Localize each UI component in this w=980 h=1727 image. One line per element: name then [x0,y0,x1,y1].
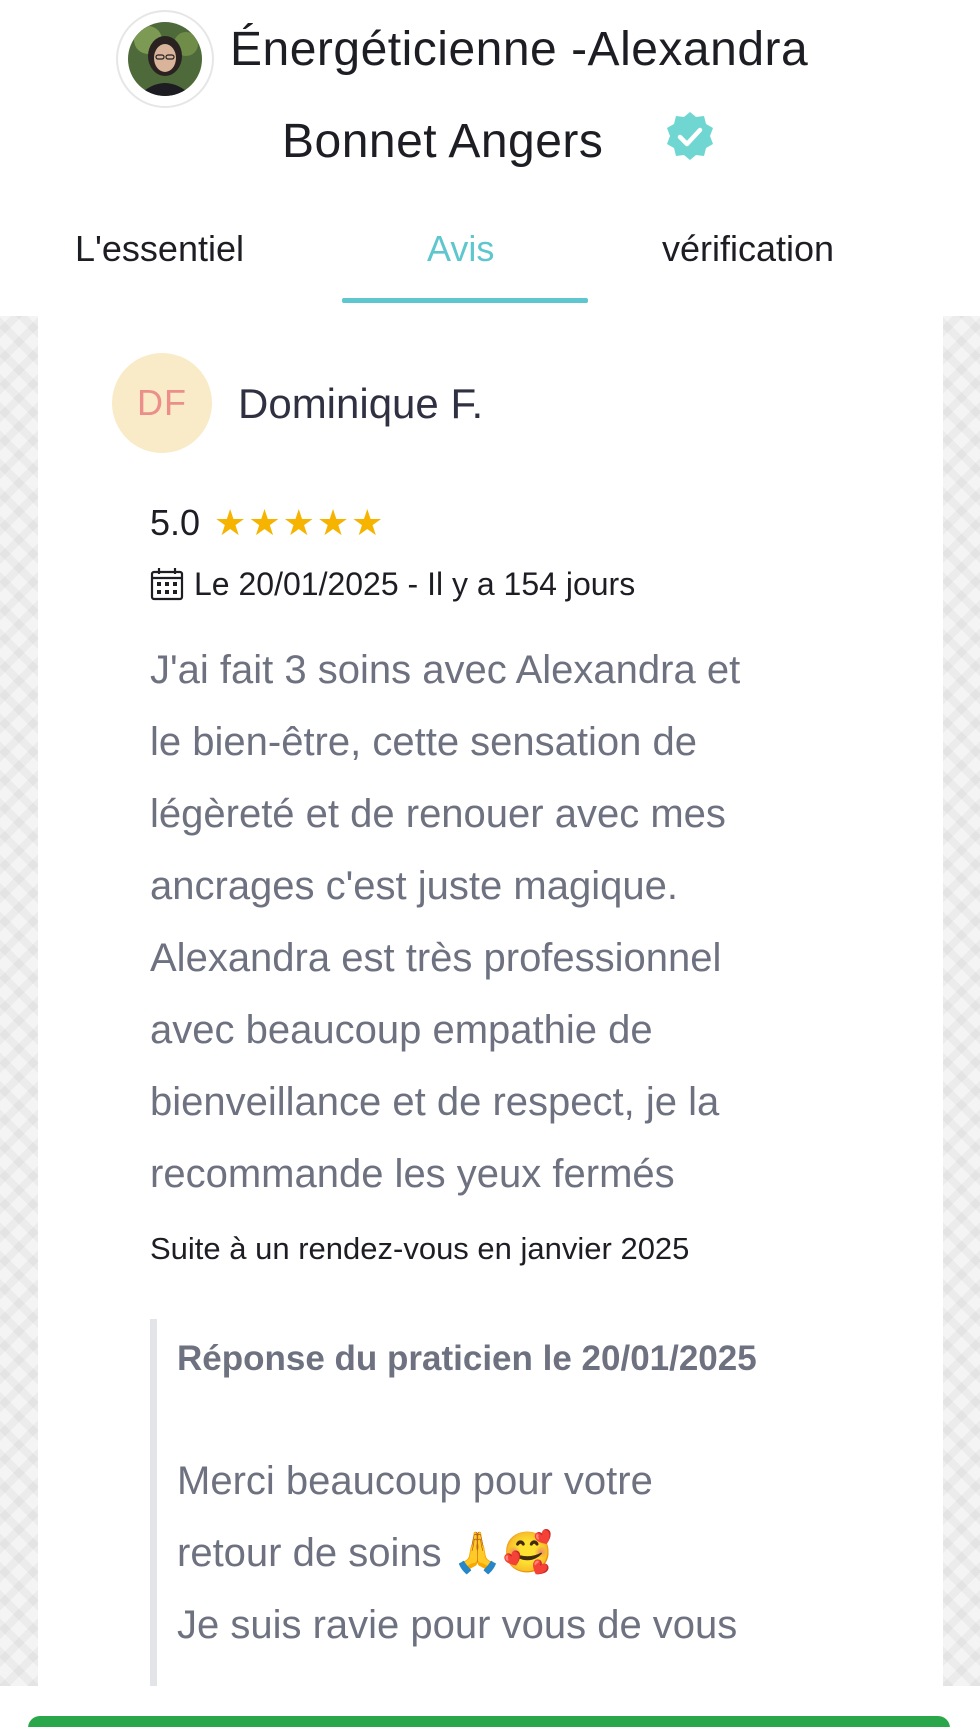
review-date: Le 20/01/2025 - Il y a 154 jours [194,565,636,602]
star-icon: ★ [351,502,384,543]
appointment-context: Suite à un rendez-vous en janvier 2025 [150,1231,690,1266]
review-text-line: recommande les yeux fermés [150,1152,675,1196]
page-title-line2: Bonnet Angers [282,115,604,168]
page-title-line1: Énergéticienne -Alexandra [230,23,809,76]
review-text: J'ai fait 3 soins avec Alexandra et le b… [150,634,850,1210]
rating-row: 5.0 ★ ★ ★ ★ ★ [150,498,383,548]
profile-tabs: L'essentiel Avis vérification [0,218,980,304]
profile-header: Énergéticienne -Alexandra Bonnet Angers … [0,0,980,316]
practitioner-avatar[interactable] [116,10,214,108]
practitioner-response: Réponse du praticien le 20/01/2025 Merci… [150,1319,850,1686]
response-text-line: retour de soins 🙏🥰 [177,1531,553,1575]
title-row: Énergéticienne -Alexandra [0,4,980,108]
star-icon: ★ [316,502,350,543]
tab-verification[interactable]: vérification [662,228,834,270]
response-text-line: Merci beaucoup pour votre [177,1459,653,1503]
review-text-line: le bien-être, cette sensation de [150,720,698,764]
review-text-line: ancrages c'est juste magique. [150,864,678,908]
star-icon: ★ [248,502,281,543]
review-date-row: Le 20/01/2025 - Il y a 154 jours [150,562,635,606]
star-icon: ★ [214,502,247,543]
review-text-line: Alexandra est très professionnel [150,936,722,980]
response-title: Réponse du praticien le 20/01/2025 [177,1339,757,1378]
calendar-icon [150,568,184,601]
response-text: Merci beaucoup pour votre retour de soin… [177,1445,737,1661]
review-text-line: bienveillance et de respect, je la [150,1080,720,1124]
bottom-action-bar[interactable] [28,1716,950,1727]
response-text-line: Je suis ravie pour vous de vous [177,1603,738,1647]
background-pattern-left [0,316,38,1686]
tab-essentiel[interactable]: L'essentiel [75,228,244,270]
reviewer-initials-avatar: DF [112,353,212,453]
active-tab-indicator [342,298,588,303]
rating-value: 5.0 [150,502,201,543]
background-pattern-right [943,316,980,1686]
review-text-line: avec beaucoup empathie de [150,1008,653,1052]
review-text-line: légèreté et de renouer avec mes [150,792,726,836]
verified-badge-icon [667,112,713,160]
tab-avis[interactable]: Avis [427,228,494,270]
title-row-2: Bonnet Angers [0,110,980,190]
star-rating: ★ ★ ★ ★ ★ [214,505,383,541]
review-text-line: J'ai fait 3 soins avec Alexandra et [150,648,741,692]
practitioner-photo [128,22,202,96]
star-icon: ★ [282,502,315,543]
reviewer-name: Dominique F. [238,380,484,427]
review-card: DF Dominique F. 5.0 ★ ★ ★ ★ ★ Le 20/01/2… [38,316,943,1686]
